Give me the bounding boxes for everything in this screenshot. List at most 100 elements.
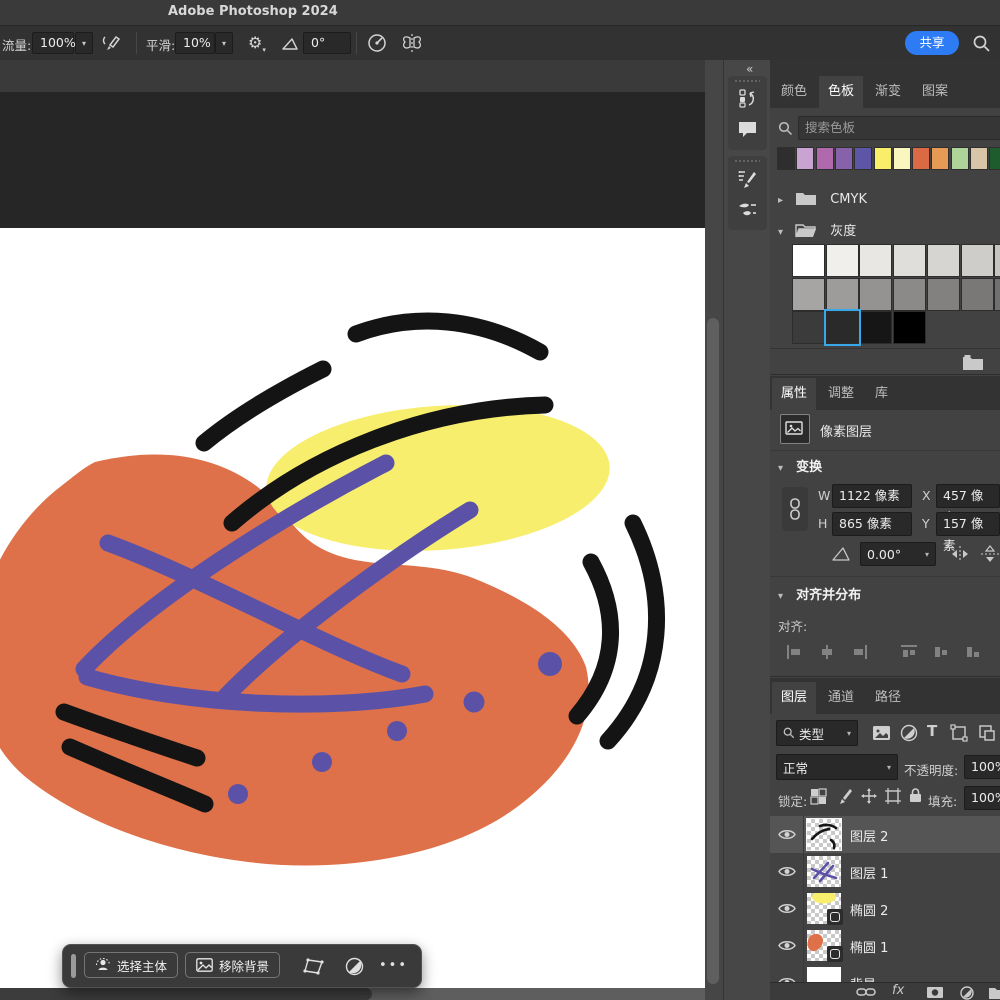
swatch-recent-5[interactable] [874,147,892,170]
align-left-edges-icon[interactable] [786,644,804,660]
layer-name[interactable]: 椭圆 2 [850,900,888,919]
butterfly-symmetry-icon[interactable] [400,31,424,55]
flow-value-field[interactable]: 100% [32,32,74,54]
tab-颜色[interactable]: 颜色 [772,76,816,108]
tab-渐变[interactable]: 渐变 [866,76,910,108]
swatch-gray-r2-c0[interactable] [792,311,825,344]
remove-background-button[interactable]: 移除背景 [185,952,280,978]
swatch-gray-r2-c1[interactable] [826,311,859,344]
transform-icon[interactable] [303,957,325,976]
layer-name[interactable]: 图层 2 [850,826,888,845]
transform-section-header[interactable]: ▾ 变换 [778,456,822,475]
blend-mode-combo[interactable]: 正常 ▾ [776,754,898,780]
drag-grip[interactable] [735,80,760,82]
height-field[interactable]: 865 像素 [832,512,912,536]
comments-icon[interactable] [737,119,758,140]
lock-all-icon[interactable] [908,787,923,804]
adjustment-icon[interactable] [345,957,364,976]
tab-通道[interactable]: 通道 [819,682,863,714]
swatch-gray-r0-c2[interactable] [859,244,892,277]
align-right-edges-icon[interactable] [850,644,868,660]
layer-style-icon[interactable]: fx [892,983,904,998]
align-horizontal-centers-icon[interactable] [818,644,836,660]
brushes-icon[interactable] [737,199,758,220]
y-field[interactable]: 157 像素 [936,512,1000,536]
opacity-field[interactable]: 100% [964,755,1000,779]
filter-image-icon[interactable] [872,725,891,741]
align-vertical-centers-icon[interactable] [932,644,950,660]
flip-vertical-icon[interactable] [980,545,1000,563]
fill-field[interactable]: 100% [964,786,1000,810]
link-layers-icon[interactable] [856,986,876,998]
layer-thumbnail[interactable] [807,856,841,887]
more-options-button[interactable]: ••• [379,958,408,973]
swatch-gray-r0-c6[interactable] [994,244,1000,277]
smoothing-gear-icon[interactable]: ⚙▾ [248,33,266,54]
layer-filter-combo[interactable]: 类型 ▾ [776,720,858,746]
new-adjustment-layer-icon[interactable] [960,986,974,1000]
swatch-gray-r1-c4[interactable] [927,278,960,311]
swatch-recent-6[interactable] [893,147,911,170]
swatch-gray-r1-c5[interactable] [961,278,994,311]
link-dimensions-button[interactable] [782,487,808,531]
drag-grip[interactable] [735,160,760,162]
rotation-combo[interactable]: 0.00° ▾ [860,542,936,566]
swatch-gray-r0-c4[interactable] [927,244,960,277]
layer-row-背景[interactable]: 背景 [770,964,1000,982]
swatch-recent-10[interactable] [970,147,988,170]
swatch-recent-11[interactable] [989,147,1000,170]
search-icon[interactable] [972,34,991,53]
align-bottom-edges-icon[interactable] [964,644,982,660]
swatch-recent-8[interactable] [931,147,949,170]
swatch-gray-r1-c1[interactable] [826,278,859,311]
lock-transparency-icon[interactable] [810,788,827,805]
select-subject-button[interactable]: 选择主体 [84,952,178,978]
canvas[interactable] [0,228,705,988]
swatch-recent-2[interactable] [816,147,834,170]
swatch-gray-r0-c1[interactable] [826,244,859,277]
new-group-icon[interactable] [988,986,1000,999]
layer-thumbnail[interactable] [807,967,841,982]
swatch-recent-1[interactable] [796,147,814,170]
lock-artboard-icon[interactable] [884,787,902,805]
vertical-scrollbar[interactable] [707,318,719,984]
swatch-search-input[interactable] [798,116,1000,140]
swatch-gray-r1-c6[interactable] [994,278,1000,311]
swatch-gray-r1-c2[interactable] [859,278,892,311]
flow-dropdown[interactable]: ▾ [75,32,93,54]
layer-row-椭圆 1[interactable]: 椭圆 1 [770,927,1000,965]
swatch-gray-r1-c0[interactable] [792,278,825,311]
visibility-eye-icon[interactable] [770,927,804,964]
paint-symmetry-gauge-icon[interactable] [366,32,388,54]
visibility-eye-icon[interactable] [770,890,804,927]
swatch-recent-0[interactable] [777,147,795,170]
layer-name[interactable]: 椭圆 1 [850,937,888,956]
brush-settings-icon[interactable] [737,168,758,189]
layer-row-图层 1[interactable]: 图层 1 [770,853,1000,891]
swatch-recent-9[interactable] [951,147,969,170]
swatch-gray-r0-c5[interactable] [961,244,994,277]
layer-name[interactable]: 背景 [850,974,876,982]
swatch-gray-r0-c0[interactable] [792,244,825,277]
visibility-eye-icon[interactable] [770,853,804,890]
horizontal-scrollbar[interactable] [0,988,372,1000]
swatch-gray-r1-c3[interactable] [893,278,926,311]
add-mask-icon[interactable] [926,986,944,999]
taskbar-drag-handle[interactable] [71,954,76,978]
align-section-header[interactable]: ▾ 对齐并分布 [778,584,861,603]
airbrush-icon[interactable] [101,33,123,53]
swatch-recent-7[interactable] [912,147,930,170]
tab-图层[interactable]: 图层 [772,682,816,714]
tab-路径[interactable]: 路径 [866,682,910,714]
version-history-icon[interactable] [737,88,758,109]
layer-thumbnail[interactable] [807,819,841,850]
visibility-eye-icon[interactable] [770,964,804,982]
filter-text-icon[interactable]: T [927,722,937,740]
visibility-eye-icon[interactable] [770,816,804,853]
lock-position-icon[interactable] [860,787,878,805]
tab-属性[interactable]: 属性 [772,378,816,410]
x-field[interactable]: 457 像素 [936,484,1000,508]
swatch-recent-3[interactable] [835,147,853,170]
smooth-dropdown[interactable]: ▾ [215,32,233,54]
tab-库[interactable]: 库 [866,378,897,410]
